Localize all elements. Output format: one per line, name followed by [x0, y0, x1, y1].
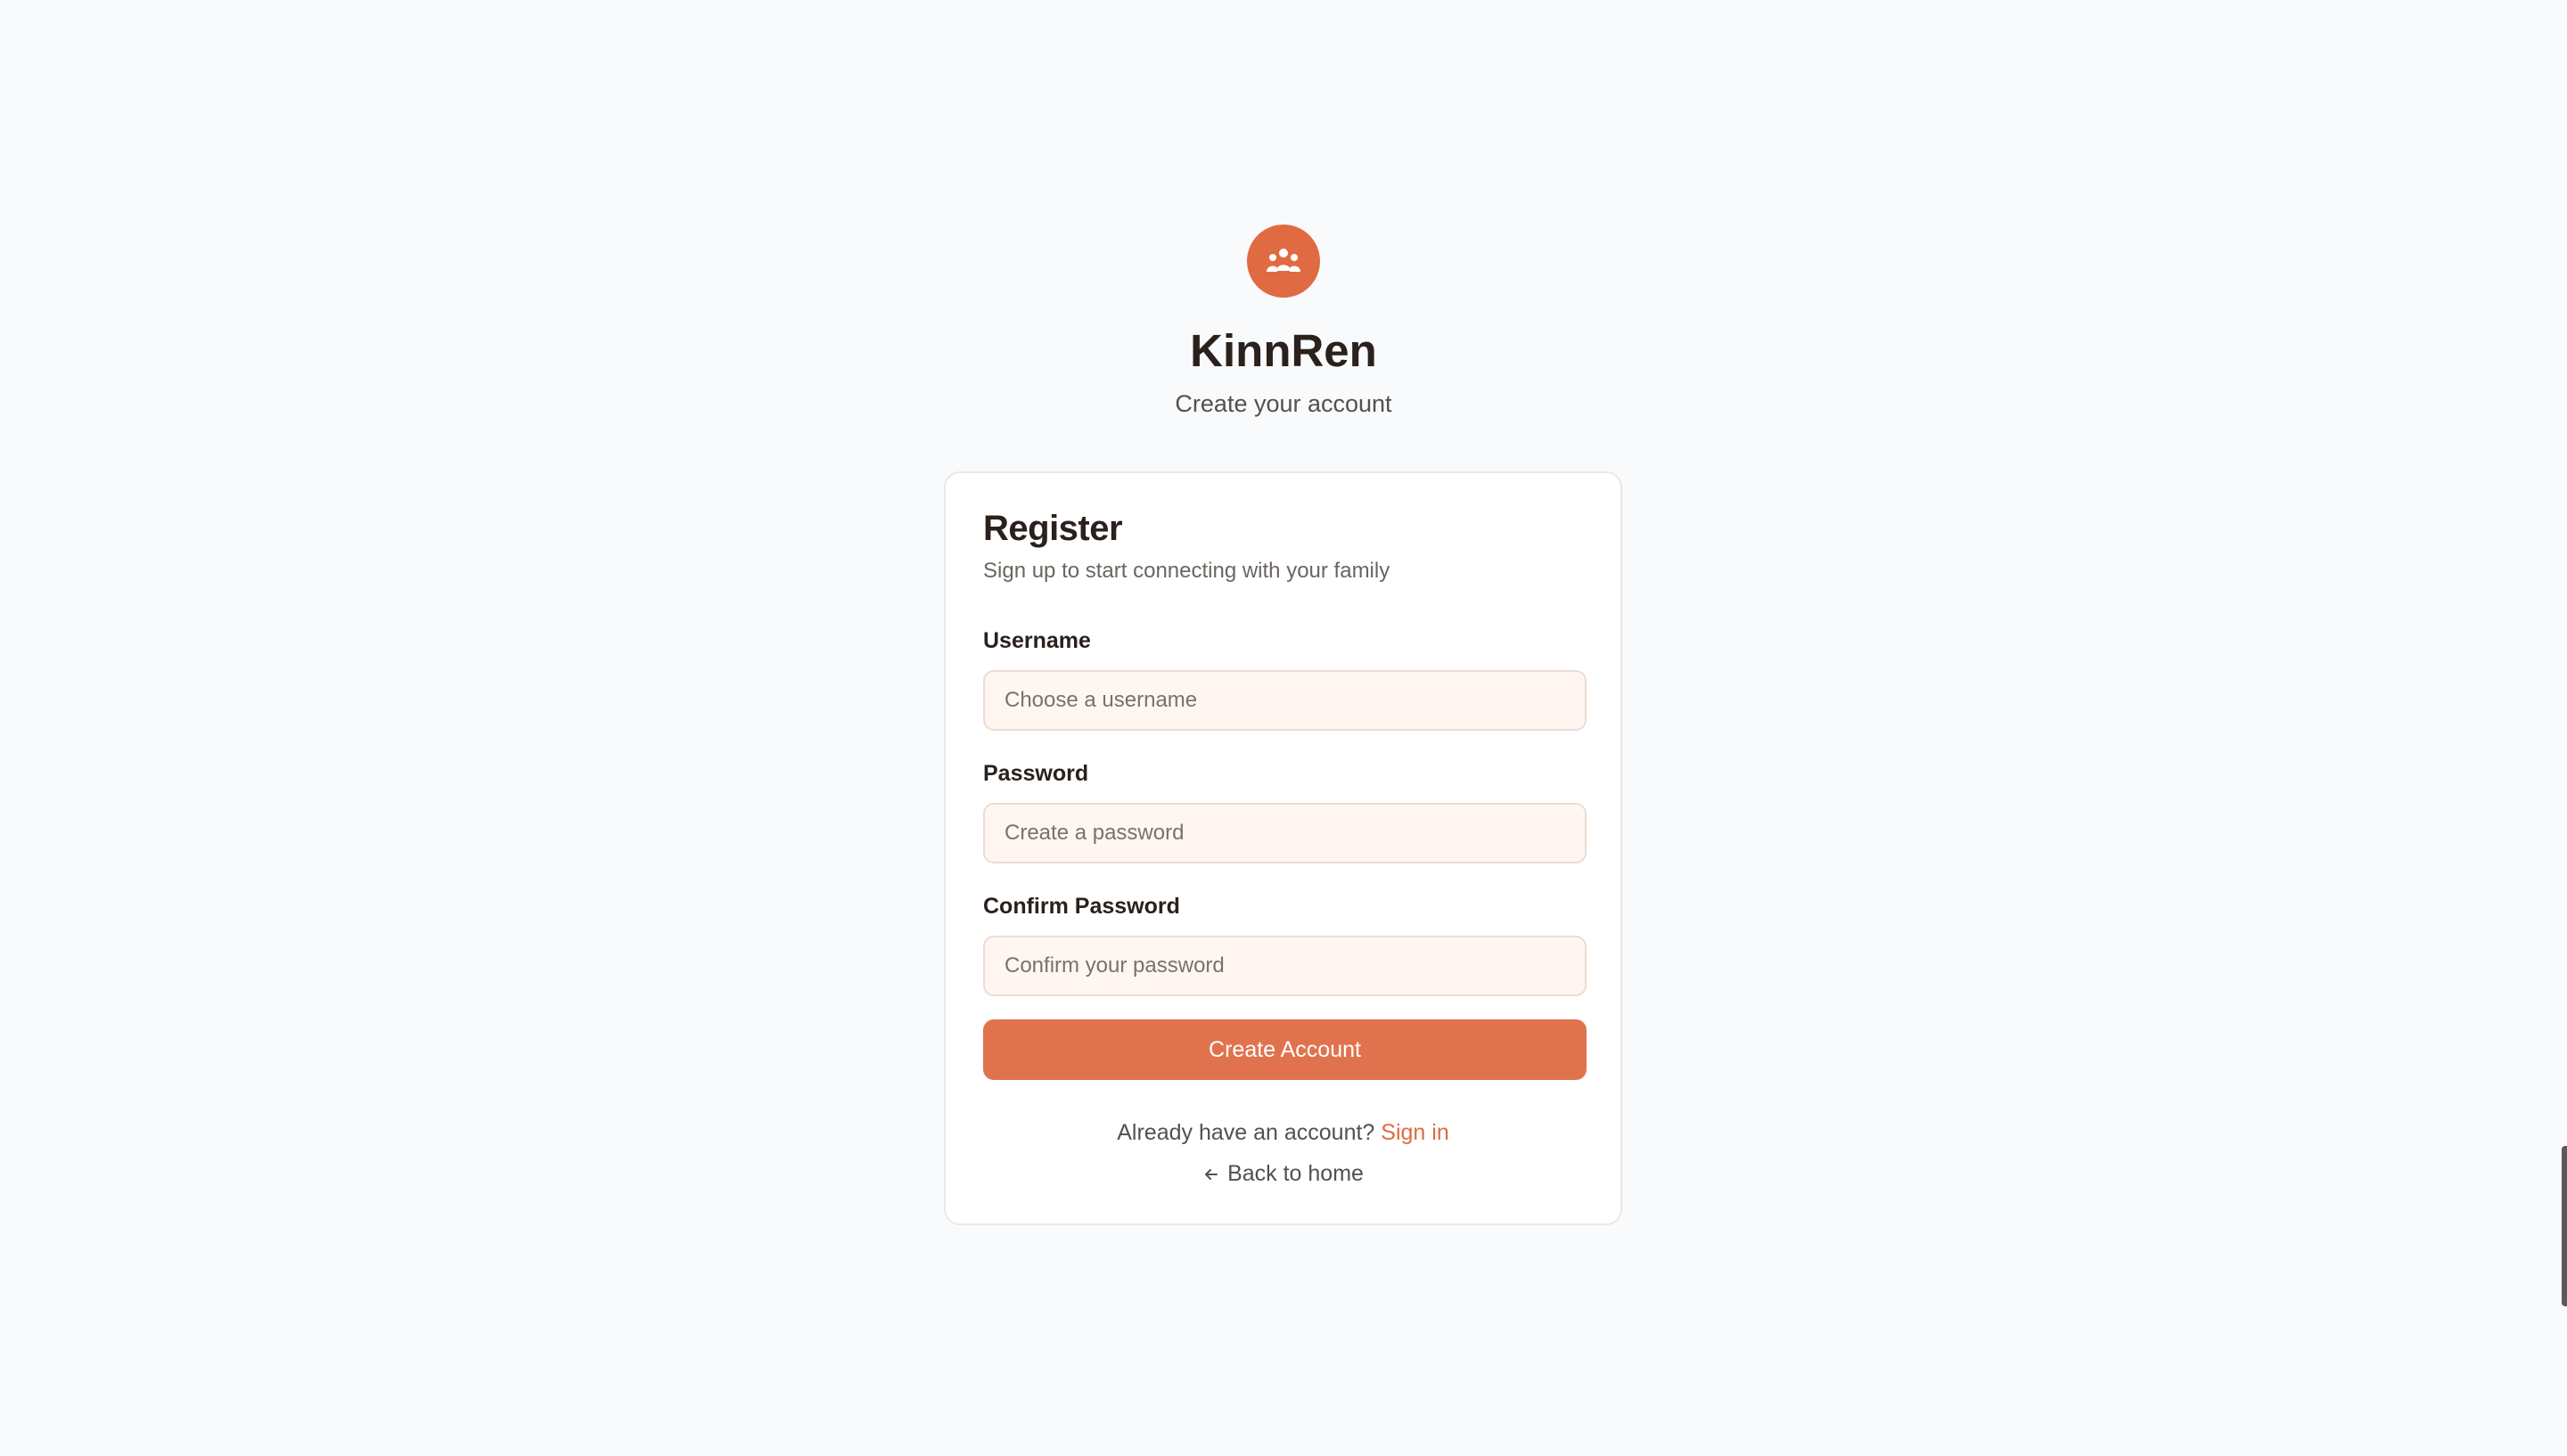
- arrow-left-icon: [1205, 1168, 1218, 1180]
- register-page: KinnRen Create your account Register Sig…: [0, 0, 2567, 1456]
- back-to-home-link[interactable]: Back to home: [1202, 1161, 1364, 1187]
- password-input[interactable]: [983, 803, 1587, 863]
- back-row: Back to home: [946, 1161, 1620, 1187]
- family-group-icon: [1267, 249, 1300, 272]
- scrollbar-thumb[interactable]: [2562, 1146, 2567, 1306]
- create-account-button[interactable]: Create Account: [983, 1019, 1587, 1080]
- back-to-home-label: Back to home: [1227, 1161, 1364, 1186]
- confirm-password-label: Confirm Password: [983, 894, 1180, 919]
- signin-link[interactable]: Sign in: [1381, 1120, 1448, 1145]
- register-subtitle: Sign up to start connecting with your fa…: [983, 559, 1390, 583]
- username-input[interactable]: [983, 670, 1587, 731]
- password-label: Password: [983, 761, 1089, 786]
- app-logo: [1247, 225, 1320, 298]
- signin-prompt: Already have an account?: [1117, 1120, 1375, 1145]
- brand-header: KinnRen Create your account: [0, 225, 2567, 419]
- register-card: Register Sign up to start connecting wit…: [944, 471, 1622, 1225]
- register-title: Register: [983, 509, 1123, 548]
- app-subtitle: Create your account: [1175, 390, 1392, 417]
- app-title: KinnRen: [1190, 325, 1377, 376]
- confirm-password-input[interactable]: [983, 936, 1587, 996]
- username-label: Username: [983, 628, 1091, 653]
- signin-row: Already have an account? Sign in: [946, 1120, 1620, 1146]
